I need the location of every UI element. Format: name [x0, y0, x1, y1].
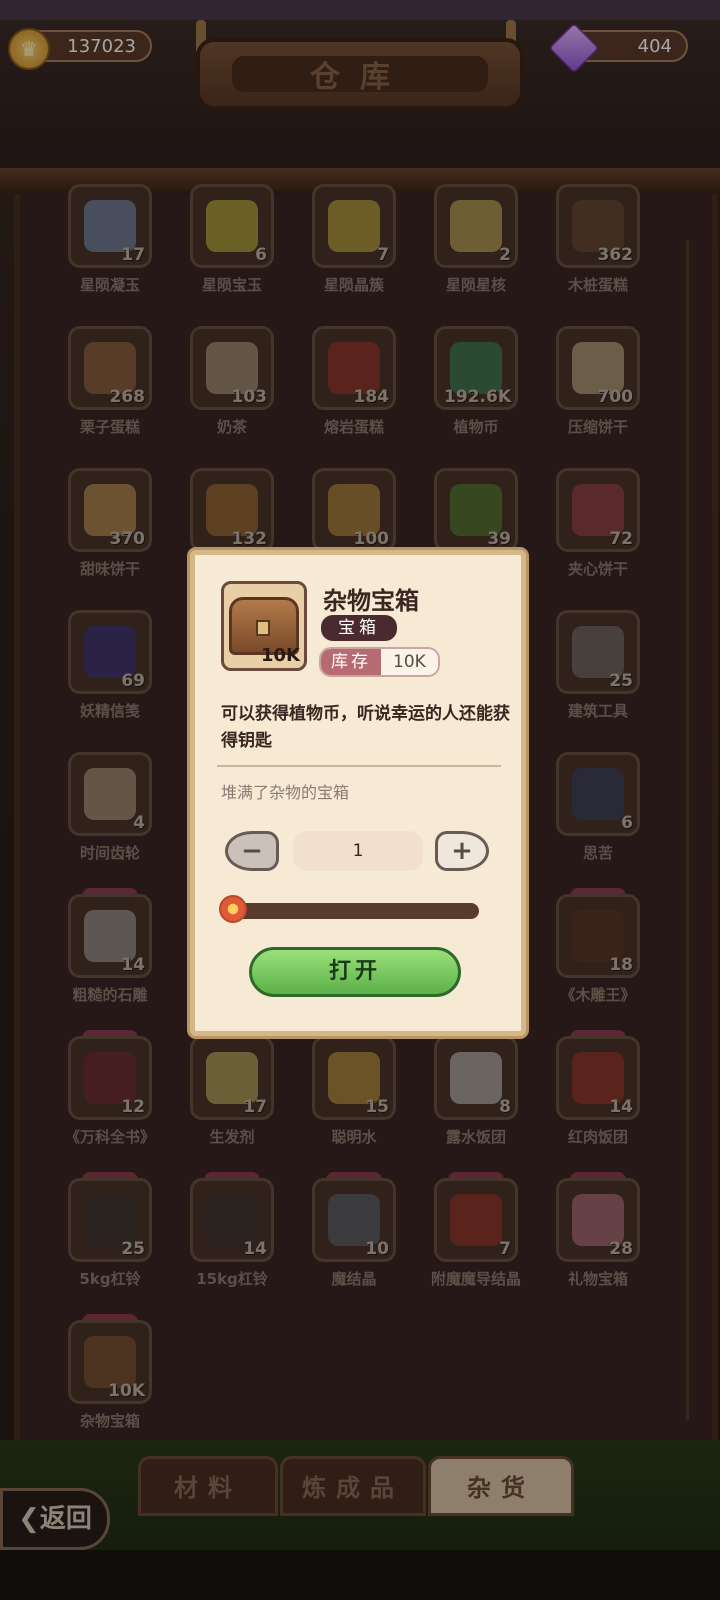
popup-description: 可以获得植物币，听说幸运的人还能获得钥匙: [221, 704, 510, 751]
inventory-screen: 仓库 137023 ♛ 404 17 星陨凝玉 6 星陨宝玉 7 星陨晶簇 2 星陨星核 362…: [0, 0, 720, 1600]
slider-handle-flower-icon[interactable]: [219, 895, 247, 923]
amount-slider[interactable]: [231, 903, 479, 919]
minus-icon: −: [241, 836, 263, 866]
open-button[interactable]: 打开: [249, 947, 461, 997]
popup-title: 杂物宝箱: [323, 587, 419, 615]
popup-item-qty: 10K: [261, 645, 300, 666]
amount-field[interactable]: 1: [293, 831, 423, 871]
popup-item-slot: 10K: [221, 581, 307, 671]
stock-label: 库存: [321, 649, 381, 675]
popup-category-badge: 宝箱: [321, 615, 397, 641]
popup-divider: [217, 765, 501, 767]
popup-flavor-text: 堆满了杂物的宝箱: [221, 783, 350, 802]
item-detail-popup: 10K 杂物宝箱 宝箱 库存 10K 可以获得植物币，听说幸运的人还能获得钥匙 …: [190, 550, 526, 1036]
plus-icon: +: [451, 836, 473, 866]
increase-button[interactable]: +: [435, 831, 489, 871]
popup-stock: 库存 10K: [319, 647, 440, 677]
stock-value: 10K: [381, 649, 438, 675]
decrease-button[interactable]: −: [225, 831, 279, 871]
